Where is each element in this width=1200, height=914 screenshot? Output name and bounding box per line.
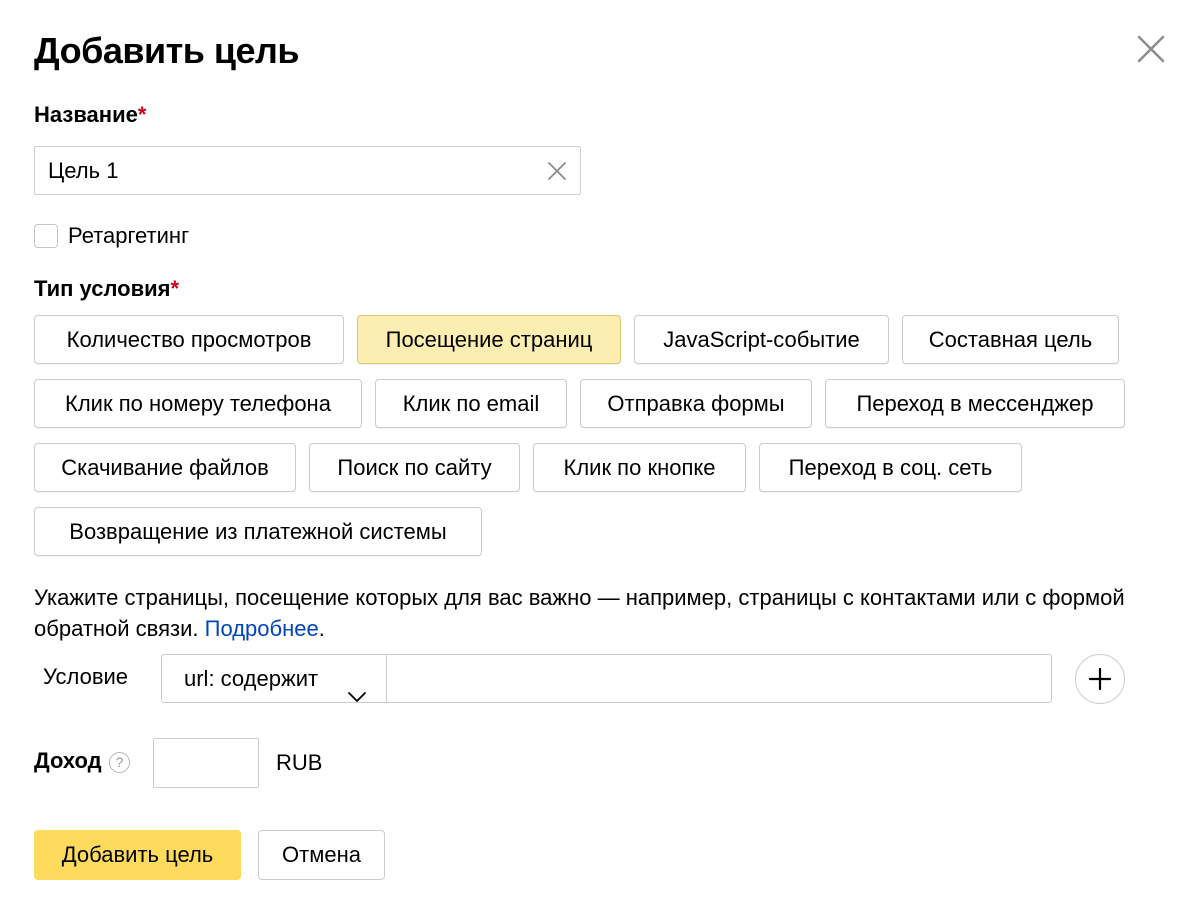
clear-x-icon[interactable]: [546, 160, 568, 182]
help-icon[interactable]: ?: [109, 752, 130, 773]
more-link[interactable]: Подробнее: [205, 616, 319, 641]
chip-payment-return[interactable]: Возвращение из платежной системы: [34, 507, 482, 556]
chip-row: Клик по номеру телефона Клик по email От…: [34, 379, 1174, 428]
retargeting-checkbox[interactable]: [34, 224, 58, 248]
name-label-text: Название: [34, 102, 138, 127]
income-input[interactable]: [153, 738, 259, 788]
chip-composite-goal[interactable]: Составная цель: [902, 315, 1119, 364]
chip-phone-click[interactable]: Клик по номеру телефона: [34, 379, 362, 428]
dialog-title: Добавить цель: [34, 30, 300, 71]
hint-suffix: .: [318, 616, 325, 641]
hint-body: Укажите страницы, посещение которых для …: [34, 585, 1125, 641]
condition-operator-value: url: содержит: [184, 666, 319, 691]
chip-site-search[interactable]: Поиск по сайту: [309, 443, 520, 492]
chevron-down-icon: [348, 672, 366, 702]
name-input[interactable]: [35, 147, 535, 194]
required-mark: *: [170, 276, 180, 301]
retargeting-label: Ретаргетинг: [68, 223, 190, 248]
income-label: Доход: [34, 748, 102, 773]
condition-label: Условие: [43, 664, 129, 689]
name-field: [34, 146, 581, 195]
condition-type-chips: Количество просмотров Посещение страниц …: [34, 315, 1174, 571]
condition-type-label: Тип условия*: [34, 276, 179, 302]
chip-row: Возвращение из платежной системы: [34, 507, 1174, 556]
chip-email-click[interactable]: Клик по email: [375, 379, 567, 428]
chip-page-visit[interactable]: Посещение страниц: [357, 315, 621, 364]
close-icon[interactable]: [1136, 34, 1166, 64]
chip-messenger[interactable]: Переход в мессенджер: [825, 379, 1125, 428]
chip-file-download[interactable]: Скачивание файлов: [34, 443, 296, 492]
condition-operator-select[interactable]: url: содержит: [161, 654, 387, 703]
chip-form-submit[interactable]: Отправка формы: [580, 379, 812, 428]
chip-pageviews[interactable]: Количество просмотров: [34, 315, 344, 364]
cancel-button[interactable]: Отмена: [258, 830, 385, 880]
hint-text: Укажите страницы, посещение которых для …: [34, 582, 1154, 644]
required-mark: *: [137, 102, 147, 127]
chip-social[interactable]: Переход в соц. сеть: [759, 443, 1022, 492]
condition-type-label-text: Тип условия: [34, 276, 171, 301]
currency-label: RUB: [276, 750, 323, 775]
retargeting-row[interactable]: Ретаргетинг: [34, 222, 189, 250]
chip-button-click[interactable]: Клик по кнопке: [533, 443, 746, 492]
chip-js-event[interactable]: JavaScript-событие: [634, 315, 889, 364]
chip-row: Скачивание файлов Поиск по сайту Клик по…: [34, 443, 1174, 492]
chip-row: Количество просмотров Посещение страниц …: [34, 315, 1174, 364]
plus-icon[interactable]: [1075, 654, 1125, 704]
name-label: Название*: [34, 102, 146, 128]
add-goal-button[interactable]: Добавить цель: [34, 830, 241, 880]
condition-value-input[interactable]: [386, 654, 1052, 703]
